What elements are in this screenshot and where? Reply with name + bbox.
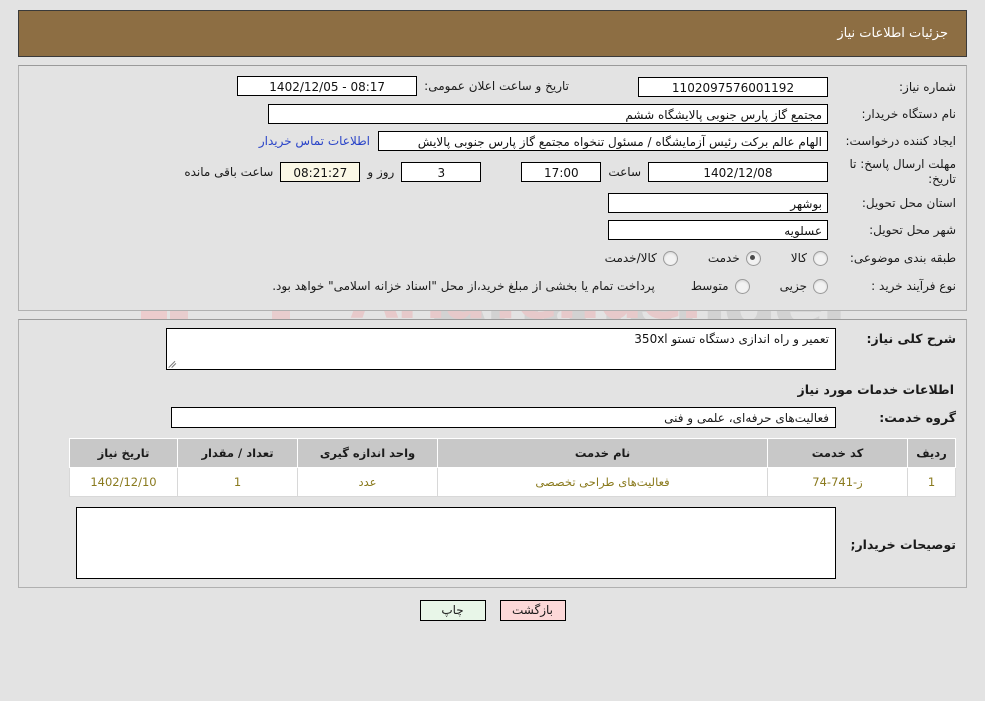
row-need-number: شماره نیاز: 1102097576001192 تاریخ و ساع… (29, 76, 956, 98)
radio-service-icon[interactable] (745, 250, 761, 266)
announcement-group: تاریخ و ساعت اعلان عمومی: 08:17 - 1402/1… (237, 76, 576, 96)
page-header-bar: جزئیات اطلاعات نیاز (18, 10, 967, 57)
need-details-panel: شرح کلی نیاز: تعمیر و راه اندازی دستگاه … (18, 319, 967, 588)
need-number-field[interactable]: 1102097576001192 (638, 77, 828, 97)
cell-index: 1 (907, 467, 956, 497)
days-and-label: روز و (367, 165, 395, 179)
row-service-group: گروه خدمت: فعالیت‌های حرفه‌ای، علمی و فن… (29, 407, 956, 428)
category-option-goods-service-label: کالا/خدمت (604, 251, 657, 265)
back-button[interactable]: بازگشت (499, 600, 566, 621)
announcement-label: تاریخ و ساعت اعلان عمومی: (424, 79, 569, 93)
response-deadline-label: مهلت ارسال پاسخ: تا تاریخ: (849, 157, 956, 186)
row-response-deadline: مهلت ارسال پاسخ: تا تاریخ: 1402/12/08 سا… (29, 157, 956, 187)
remaining-days-field[interactable]: 3 (401, 162, 482, 182)
page-title: جزئیات اطلاعات نیاز (837, 26, 948, 41)
buyer-notes-label: توصیحات خریدار; (850, 537, 956, 552)
buyer-organisation-label: نام دستگاه خریدار: (861, 106, 957, 121)
remaining-time-field[interactable]: 08:21:27 (280, 162, 361, 182)
row-general-description: شرح کلی نیاز: تعمیر و راه اندازی دستگاه … (29, 328, 956, 370)
column-header-name: نام خدمت (437, 438, 768, 468)
purchase-process-note: پرداخت تمام یا بخشی از مبلغ خرید،از محل … (272, 279, 655, 293)
delivery-city-label: شهر محل تحویل: (869, 222, 956, 237)
announcement-datetime-field[interactable]: 08:17 - 1402/12/05 (237, 76, 418, 96)
row-request-creator: ایجاد کننده درخواست: الهام عالم برکت رئی… (29, 130, 956, 152)
cell-name: فعالیت‌های طراحی تخصصی (437, 467, 768, 497)
table-row: 1 ز-741-74 فعالیت‌های طراحی تخصصی عدد 1 … (69, 467, 956, 497)
deadline-time-field[interactable]: 17:00 (521, 162, 602, 182)
service-group-label: گروه خدمت: (879, 410, 956, 425)
row-buyer-organisation: نام دستگاه خریدار: مجتمع گاز پارس جنوبی … (29, 103, 956, 125)
countdown-group: 3 روز و 08:21:27 ساعت باقی مانده (177, 162, 482, 182)
general-description-label: شرح کلی نیاز: (866, 331, 956, 346)
category-option-service-label: خدمت (707, 251, 740, 265)
row-delivery-city: شهر محل تحویل: عسلویه (29, 219, 956, 241)
print-button[interactable]: چاپ (419, 600, 486, 621)
category-option-goods[interactable]: کالا (790, 250, 828, 266)
table-header-row: ردیف کد خدمت نام خدمت واحد اندازه گیری ت… (69, 438, 956, 468)
page-root: جزئیات اطلاعات نیاز شماره نیاز: 11020975… (0, 10, 985, 621)
row-purchase-process: نوع فرآیند خرید : جزیی متوسط پرداخت تمام… (29, 274, 956, 298)
buyer-contact-link[interactable]: اطلاعات تماس خریدار (251, 134, 378, 148)
action-button-bar: بازگشت چاپ (0, 600, 985, 621)
radio-goods-icon[interactable] (813, 250, 828, 266)
services-section-heading: اطلاعات خدمات مورد نیاز (797, 382, 955, 397)
service-group-field[interactable]: فعالیت‌های حرفه‌ای، علمی و فنی (171, 407, 836, 428)
request-creator-field[interactable]: الهام عالم برکت رئیس آزمایشگاه / مسئول ت… (378, 131, 828, 151)
cell-code: ز-741-74 (767, 467, 908, 497)
buyer-organisation-field[interactable]: مجتمع گاز پارس جنوبی پالایشگاه ششم (268, 104, 828, 124)
column-header-code: کد خدمت (767, 438, 908, 468)
cell-date: 1402/12/10 (69, 467, 178, 497)
buyer-notes-textarea[interactable] (76, 507, 836, 579)
resize-grip-icon[interactable] (168, 359, 178, 368)
delivery-province-label: استان محل تحویل: (861, 195, 956, 210)
request-creator-label: ایجاد کننده درخواست: (845, 133, 956, 148)
column-header-qty: تعداد / مقدار (177, 438, 298, 468)
row-buyer-notes: توصیحات خریدار; (29, 507, 956, 579)
general-description-textarea[interactable]: تعمیر و راه اندازی دستگاه تستو 350xl (166, 328, 836, 370)
process-option-medium-label: متوسط (690, 279, 729, 293)
purchase-process-label: نوع فرآیند خرید : (871, 278, 956, 293)
row-delivery-province: استان محل تحویل: بوشهر (29, 192, 956, 214)
column-header-index: ردیف (907, 438, 956, 468)
cell-quantity: 1 (177, 467, 298, 497)
column-header-date: تاریخ نیاز (69, 438, 178, 468)
column-header-unit: واحد اندازه گیری (297, 438, 438, 468)
category-option-goods-label: کالا (790, 251, 807, 265)
need-info-panel: شماره نیاز: 1102097576001192 تاریخ و ساع… (18, 65, 967, 311)
row-subject-category: طبقه بندی موضوعی: کالا خدمت کالا/خدمت (29, 246, 956, 270)
deadline-date-field[interactable]: 1402/12/08 (648, 162, 828, 182)
process-option-minor-label: جزیی (779, 279, 807, 293)
cell-unit: عدد (297, 467, 438, 497)
delivery-province-field[interactable]: بوشهر (608, 193, 828, 213)
need-number-label: شماره نیاز: (899, 79, 956, 94)
hour-label: ساعت (608, 165, 641, 179)
radio-goods-service-icon[interactable] (662, 250, 678, 266)
services-table: ردیف کد خدمت نام خدمت واحد اندازه گیری ت… (69, 438, 956, 497)
process-option-minor[interactable]: جزیی (779, 278, 828, 294)
subject-category-label: طبقه بندی موضوعی: (849, 250, 956, 265)
process-option-medium[interactable]: متوسط (690, 278, 750, 294)
delivery-city-field[interactable]: عسلویه (608, 220, 828, 240)
radio-medium-icon[interactable] (734, 278, 750, 294)
category-option-service[interactable]: خدمت (707, 250, 761, 266)
radio-minor-icon[interactable] (813, 278, 828, 294)
remaining-suffix-label: ساعت باقی مانده (184, 165, 274, 179)
category-option-goods-service[interactable]: کالا/خدمت (604, 250, 678, 266)
